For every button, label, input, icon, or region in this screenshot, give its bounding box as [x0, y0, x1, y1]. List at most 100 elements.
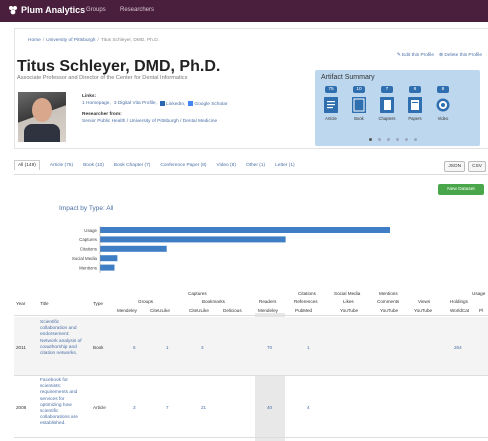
chapter-icon: [380, 97, 394, 113]
cell-metric[interactable]: 264: [454, 345, 462, 350]
tab-article[interactable]: Article (75): [50, 163, 73, 170]
column-title[interactable]: Title: [40, 301, 49, 306]
cell-title-link[interactable]: Scientific collaboration and endorsement…: [40, 320, 86, 357]
column-mendeley-readers[interactable]: Mendeley: [258, 308, 278, 313]
cell-metric[interactable]: 6: [133, 345, 136, 350]
cell-metric[interactable]: 70: [267, 345, 272, 350]
column-type[interactable]: Type: [93, 301, 103, 306]
profile-links: 1 Homepage, 3 Digital Vita Profile, Link…: [82, 101, 227, 107]
carousel-dot[interactable]: [414, 138, 417, 141]
json-button[interactable]: JSON: [444, 161, 466, 172]
bar-social-media[interactable]: [100, 255, 118, 262]
artifact-item-papers[interactable]: 8 Papers: [405, 86, 425, 121]
column-worldcat[interactable]: WorldCat: [450, 308, 469, 313]
carousel-dot[interactable]: [369, 138, 372, 141]
subheader-holdings: Holdings: [450, 299, 468, 304]
logo-text: Plum Analytics: [21, 5, 86, 15]
artifact-item-chapters[interactable]: 7 Chapters: [377, 86, 397, 121]
subheader-references: References: [294, 299, 318, 304]
bar-label-mentions: Mentions: [79, 265, 98, 270]
photo-face: [32, 98, 52, 122]
bar-label-social-media: Social Media: [72, 256, 98, 261]
carousel-dot[interactable]: [396, 138, 399, 141]
researcher-photo: [18, 92, 66, 142]
column-delicious[interactable]: Delicious: [223, 308, 242, 313]
artifact-count: 8: [409, 86, 421, 93]
impact-filter-all[interactable]: All: [106, 205, 113, 212]
cell-type: Article: [93, 405, 106, 410]
tab-video[interactable]: Video (8): [217, 163, 236, 170]
tab-divider: [14, 174, 488, 175]
export-buttons: JSON CSV: [444, 161, 486, 172]
subheader-comments: Comments: [377, 299, 400, 304]
google-scholar-link[interactable]: Google Scholar: [188, 101, 227, 107]
cell-metric[interactable]: 1: [166, 345, 169, 350]
column-pubmed[interactable]: PubMed: [295, 308, 312, 313]
column-citeulike-bookmarks[interactable]: CiteULike: [189, 308, 209, 313]
cell-metric[interactable]: 21: [201, 405, 206, 410]
group-header-citations: Citations: [298, 291, 316, 296]
csv-button[interactable]: CSV: [468, 161, 486, 172]
artifact-label: Chapters: [378, 116, 396, 121]
top-navigation-bar: Plum Analytics Groups Researchers: [0, 0, 488, 22]
artifact-count: 75: [325, 86, 337, 93]
tab-book[interactable]: Book (10): [83, 163, 104, 170]
cell-metric[interactable]: 3: [201, 345, 204, 350]
column-youtube-likes[interactable]: YouTube: [340, 308, 358, 313]
nav-researchers[interactable]: Researchers: [120, 7, 154, 13]
cell-metric[interactable]: 7: [166, 405, 169, 410]
carousel-dot[interactable]: [378, 138, 381, 141]
bar-label-captures: Captures: [79, 237, 98, 242]
carousel-dots: [369, 138, 417, 141]
tab-all[interactable]: All (149): [14, 160, 40, 170]
edit-profile-link[interactable]: ✎ Edit this Profile: [397, 53, 434, 58]
nav-groups[interactable]: Groups: [86, 7, 106, 13]
breadcrumb-university[interactable]: University of Pittsburgh: [46, 38, 95, 43]
video-icon: [436, 98, 450, 112]
column-citeulike-groups[interactable]: CiteULike: [150, 308, 170, 313]
cell-title-link[interactable]: Facebook for scientists: requirements an…: [40, 378, 86, 428]
tab-letter[interactable]: Letter (1): [275, 163, 294, 170]
breadcrumb-home[interactable]: Home: [28, 38, 41, 43]
bar-usage[interactable]: [100, 227, 390, 233]
plum-analytics-logo[interactable]: Plum Analytics: [8, 5, 85, 15]
artifact-count: 10: [353, 86, 365, 93]
tab-other[interactable]: Other (1): [246, 163, 265, 170]
cell-metric[interactable]: 40: [267, 405, 272, 410]
researcher-from-label: Researcher from:: [82, 112, 122, 117]
links-label: Links:: [82, 94, 97, 99]
artifact-label: Papers: [408, 116, 422, 121]
bar-citations[interactable]: [100, 245, 167, 252]
linkedin-link[interactable]: LinkedIn,: [159, 101, 185, 107]
carousel-dot[interactable]: [405, 138, 408, 141]
cell-metric[interactable]: 3: [133, 405, 136, 410]
artifact-item-article[interactable]: 75 Article: [321, 86, 341, 121]
cell-metric[interactable]: 4: [307, 405, 310, 410]
profile-actions: ✎ Edit this Profile ⊗ Delete this Profil…: [397, 53, 482, 58]
cell-metric[interactable]: 1: [307, 345, 310, 350]
bar-label-citations: Citations: [80, 247, 98, 252]
bar-mentions[interactable]: [100, 264, 115, 271]
delete-profile-link[interactable]: ⊗ Delete this Profile: [439, 53, 482, 58]
bar-label-usage: Usage: [84, 228, 97, 233]
book-icon: [352, 97, 366, 113]
linkedin-icon: [159, 101, 165, 106]
artifact-count: 8: [437, 86, 449, 93]
artifact-item-book[interactable]: 10 Book: [349, 86, 369, 121]
digital-vita-link[interactable]: 3 Digital Vita Profile,: [114, 101, 157, 106]
column-year[interactable]: Year: [16, 301, 25, 306]
new-dataset-button[interactable]: New Dataset: [438, 184, 484, 195]
artifact-label: Article: [325, 116, 337, 121]
researcher-from-path[interactable]: Senior Public Health / University of Pit…: [82, 119, 217, 124]
column-mendeley-groups[interactable]: Mendeley: [117, 308, 137, 313]
artifact-item-video[interactable]: 8 Video: [433, 86, 453, 121]
tab-book-chapter[interactable]: Book Chapter (7): [114, 163, 151, 170]
subheader-bookmarks: Bookmarks: [202, 299, 225, 304]
column-youtube-views[interactable]: YouTube: [414, 308, 432, 313]
paper-icon: [408, 97, 422, 113]
homepage-link[interactable]: 1 Homepage,: [82, 101, 111, 106]
bar-captures[interactable]: [100, 236, 286, 243]
carousel-dot[interactable]: [387, 138, 390, 141]
tab-conference-paper[interactable]: Conference Paper (8): [160, 163, 206, 170]
column-youtube-comments[interactable]: YouTube: [380, 308, 398, 313]
